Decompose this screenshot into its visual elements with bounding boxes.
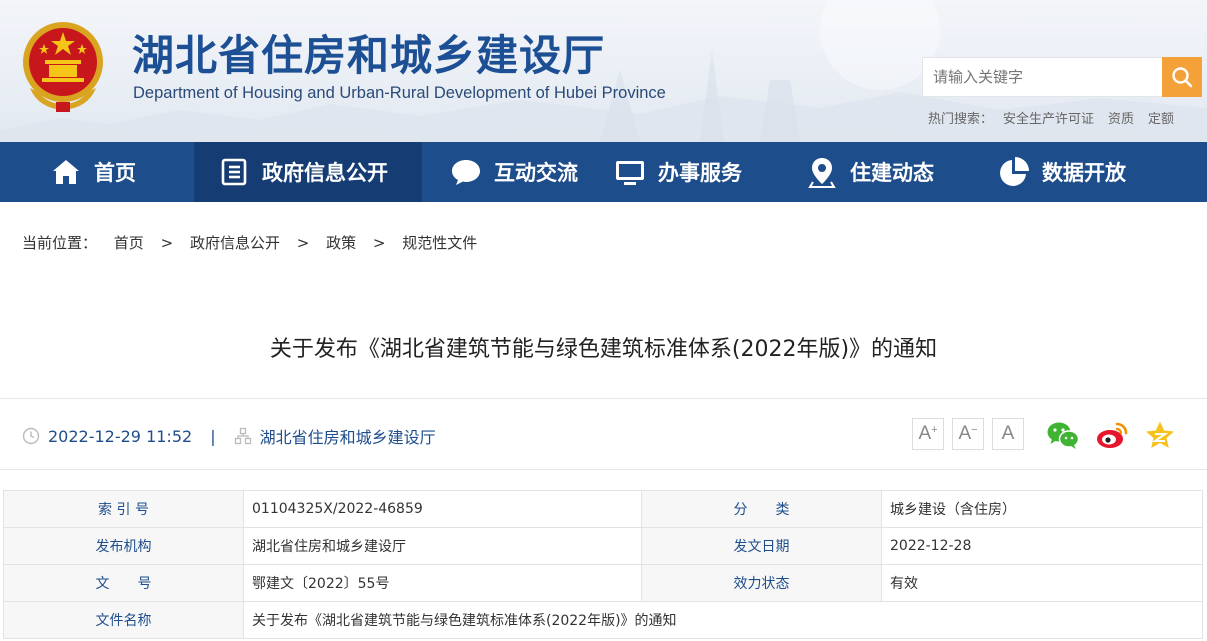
font-button-letter: A <box>958 423 972 444</box>
hot-search-term[interactable]: 定额 <box>1148 112 1174 127</box>
info-value-publisher: 湖北省住房和城乡建设厅 <box>243 527 642 565</box>
nav-item-label: 首页 <box>94 161 136 185</box>
info-value-document-name: 关于发布《湖北省建筑节能与绿色建筑标准体系(2022年版)》的通知 <box>243 601 1203 639</box>
divider <box>0 469 1207 470</box>
favorite-star-icon <box>1146 421 1174 448</box>
breadcrumb-separator: > <box>296 234 310 252</box>
nav-item-label: 互动交流 <box>494 161 578 185</box>
organization-icon <box>234 427 252 445</box>
location-pin-icon <box>806 156 838 188</box>
site-title: 湖北省住房和城乡建设厅 <box>132 31 606 80</box>
nav-item-interaction[interactable]: 互动交流 <box>422 142 614 202</box>
font-size-decrease-button[interactable]: A − <box>952 418 984 450</box>
wechat-icon <box>1047 422 1080 449</box>
font-button-letter: A <box>1001 423 1015 444</box>
main-navigation: 首页 政府信息公开 互动交流 办事服务 住建动态 数据开放 <box>0 142 1207 202</box>
table-row: 索 引 号 01104325X/2022-46859 分 类 城乡建设（含住房） <box>3 490 1203 528</box>
breadcrumb-link-government-info[interactable]: 政府信息公开 <box>190 234 280 252</box>
home-icon <box>50 156 82 188</box>
info-value-document-number: 鄂建文〔2022〕55号 <box>243 564 642 602</box>
info-key-document-name: 文件名称 <box>3 601 244 639</box>
publish-source: 湖北省住房和城乡建设厅 <box>259 428 436 447</box>
publish-datetime: 2022-12-29 11:52 <box>48 426 193 446</box>
nav-item-label: 办事服务 <box>658 161 742 185</box>
search-icon <box>1172 67 1193 88</box>
clock-icon <box>22 427 40 445</box>
hot-search: 热门搜索： 安全生产许可证 资质 定额 <box>928 108 1174 127</box>
table-row: 发布机构 湖北省住房和城乡建设厅 发文日期 2022-12-28 <box>3 527 1203 565</box>
meta-divider: | <box>210 426 216 446</box>
font-size-reset-button[interactable]: A <box>992 418 1024 450</box>
nav-item-label: 数据开放 <box>1042 161 1126 185</box>
info-key-publisher: 发布机构 <box>3 527 244 565</box>
nav-item-news[interactable]: 住建动态 <box>806 142 998 202</box>
article-meta: 2022-12-29 11:52 | 湖北省住房和城乡建设厅 <box>22 424 436 448</box>
pie-chart-icon <box>998 156 1030 188</box>
monitor-icon <box>614 156 646 188</box>
breadcrumb-separator: > <box>372 234 386 252</box>
breadcrumb-link-home[interactable]: 首页 <box>114 234 144 252</box>
plus-symbol: + <box>931 424 938 436</box>
divider <box>0 398 1207 399</box>
info-key-validity-status: 效力状态 <box>641 564 882 602</box>
minus-symbol: − <box>971 424 978 436</box>
breadcrumb: 当前位置： 首页 > 政府信息公开 > 政策 > 规范性文件 <box>22 232 477 253</box>
hot-search-term[interactable]: 安全生产许可证 <box>1003 112 1094 127</box>
info-key-category: 分 类 <box>641 490 882 528</box>
font-size-increase-button[interactable]: A + <box>912 418 944 450</box>
add-favorite-button[interactable] <box>1143 418 1177 452</box>
font-button-letter: A <box>918 423 932 444</box>
info-value-index-number: 01104325X/2022-46859 <box>243 490 642 528</box>
site-header: 湖北省住房和城乡建设厅 Department of Housing and Ur… <box>0 0 1207 142</box>
nav-item-home[interactable]: 首页 <box>0 142 194 202</box>
breadcrumb-link-normative-documents[interactable]: 规范性文件 <box>402 234 477 252</box>
document-list-icon <box>218 156 250 188</box>
article-title: 关于发布《湖北省建筑节能与绿色建筑标准体系(2022年版)》的通知 <box>269 337 938 362</box>
info-value-issue-date: 2022-12-28 <box>881 527 1203 565</box>
nav-item-open-data[interactable]: 数据开放 <box>998 142 1188 202</box>
share-wechat-button[interactable] <box>1046 418 1080 452</box>
nav-item-label: 政府信息公开 <box>262 161 388 185</box>
breadcrumb-link-policy[interactable]: 政策 <box>326 234 356 252</box>
info-key-document-number: 文 号 <box>3 564 244 602</box>
info-key-index-number: 索 引 号 <box>3 490 244 528</box>
nav-item-label: 住建动态 <box>850 161 934 185</box>
site-subtitle-english: Department of Housing and Urban-Rural De… <box>133 84 666 102</box>
share-weibo-button[interactable] <box>1095 418 1129 452</box>
hot-search-label: 热门搜索： <box>928 112 994 127</box>
table-row: 文件名称 关于发布《湖北省建筑节能与绿色建筑标准体系(2022年版)》的通知 <box>3 601 1203 639</box>
info-key-issue-date: 发文日期 <box>641 527 882 565</box>
table-row: 文 号 鄂建文〔2022〕55号 效力状态 有效 <box>3 564 1203 602</box>
nav-item-government-info[interactable]: 政府信息公开 <box>194 142 422 202</box>
chat-bubble-icon <box>450 156 482 188</box>
info-value-category: 城乡建设（含住房） <box>881 490 1203 528</box>
weibo-icon <box>1097 422 1128 448</box>
hot-search-term[interactable]: 资质 <box>1108 112 1134 127</box>
breadcrumb-separator: > <box>160 234 174 252</box>
info-value-validity-status: 有效 <box>881 564 1203 602</box>
document-info-table: 索 引 号 01104325X/2022-46859 分 类 城乡建设（含住房）… <box>3 490 1203 639</box>
breadcrumb-label: 当前位置： <box>22 234 98 252</box>
search-input[interactable] <box>922 57 1162 97</box>
nav-item-services[interactable]: 办事服务 <box>614 142 806 202</box>
national-emblem-logo <box>18 18 108 114</box>
search-button[interactable] <box>1162 57 1202 97</box>
